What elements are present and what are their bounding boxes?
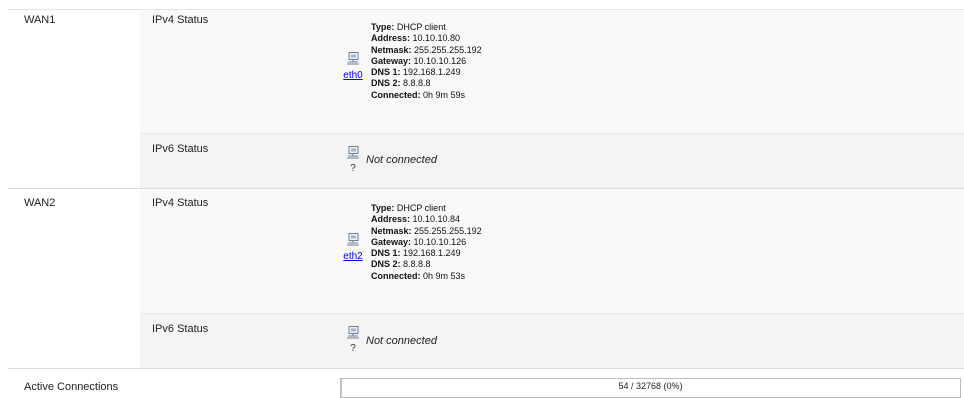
interface-name: WAN2 xyxy=(24,197,56,209)
active-connections-progress-bar: 54 / 32768 (0%) xyxy=(340,378,961,398)
interface-name: WAN1 xyxy=(24,14,56,26)
detail-connected: Connected: 0h 9m 53s xyxy=(371,270,466,281)
unknown-device: ? xyxy=(350,343,356,354)
network-port-icon xyxy=(347,146,359,159)
ipv4-status-row xyxy=(140,189,964,313)
active-connections-label: Active Connections xyxy=(24,381,119,393)
detail-connected: Connected: 0h 9m 59s xyxy=(371,89,466,100)
detail-gateway: Gateway: 10.10.10.126 xyxy=(371,55,467,66)
eth2-device-link[interactable]: eth2 xyxy=(340,251,366,262)
detail-address: Address: 10.10.10.84 xyxy=(371,214,461,225)
ipv4-details: Type: DHCP client Address: 10.10.10.84 N… xyxy=(371,203,482,282)
detail-gateway: Gateway: 10.10.10.126 xyxy=(371,236,467,247)
detail-dns2: DNS 2: 8.8.8.8 xyxy=(371,259,431,270)
ipv6-device: ? xyxy=(340,326,366,354)
detail-dns2: DNS 2: 8.8.8.8 xyxy=(371,78,431,89)
detail-type: Type: DHCP client xyxy=(371,22,446,32)
detail-type: Type: DHCP client xyxy=(371,203,446,213)
network-port-icon xyxy=(347,233,359,246)
detail-dns1: DNS 1: 192.168.1.249 xyxy=(371,67,461,78)
network-port-icon xyxy=(347,52,359,65)
detail-address: Address: 10.10.10.80 xyxy=(371,33,461,44)
detail-dns1: DNS 1: 192.168.1.249 xyxy=(371,248,461,259)
network-port-icon xyxy=(347,326,359,339)
ipv6-status-label: IPv6 Status xyxy=(152,323,209,335)
ipv6-status-label: IPv6 Status xyxy=(152,143,209,155)
active-connections-value: 54 / 32768 (0%) xyxy=(618,381,683,391)
detail-netmask: Netmask: 255.255.255.192 xyxy=(371,225,482,236)
interface-divider xyxy=(8,368,964,369)
ipv4-status-row xyxy=(140,10,964,133)
eth0-device-link[interactable]: eth0 xyxy=(340,70,366,81)
ipv6-status-row xyxy=(140,314,964,368)
ipv6-device: ? xyxy=(340,146,366,174)
detail-netmask: Netmask: 255.255.255.192 xyxy=(371,44,482,55)
ipv4-status-label: IPv4 Status xyxy=(152,197,209,209)
ipv4-details: Type: DHCP client Address: 10.10.10.80 N… xyxy=(371,22,482,101)
unknown-device: ? xyxy=(350,163,356,174)
ipv6-status-text: Not connected xyxy=(366,335,437,347)
ipv4-status-label: IPv4 Status xyxy=(152,14,209,26)
ipv6-status-row xyxy=(140,134,964,188)
ipv4-device: eth0 xyxy=(340,52,366,81)
ipv6-status-text: Not connected xyxy=(366,154,437,166)
ipv4-device: eth2 xyxy=(340,233,366,262)
